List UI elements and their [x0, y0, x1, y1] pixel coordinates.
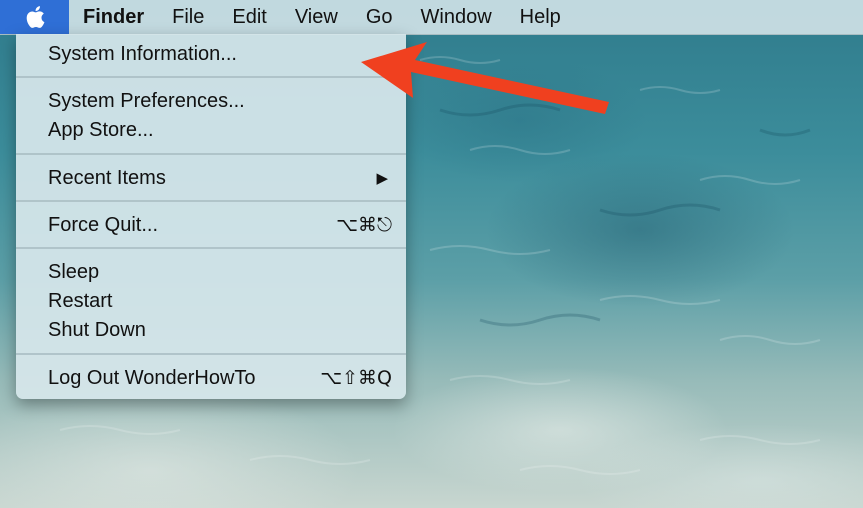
menu-separator	[16, 153, 406, 155]
menu-item-log-out[interactable]: Log Out WonderHowTo ⌥⇧⌘Q	[16, 364, 406, 393]
apple-dropdown-menu: System Information... System Preferences…	[16, 34, 406, 399]
submenu-arrow-icon: ▶	[376, 169, 388, 187]
menu-go[interactable]: Go	[352, 0, 407, 34]
menu-view[interactable]: View	[281, 0, 352, 34]
menu-separator	[16, 353, 406, 355]
menu-separator	[16, 247, 406, 249]
menu-finder[interactable]: Finder	[69, 0, 158, 34]
menu-item-label: Force Quit...	[48, 214, 159, 236]
menu-item-label: System Preferences...	[48, 90, 245, 112]
menu-item-label: Recent Items	[48, 167, 166, 189]
menu-item-label: System Information...	[48, 43, 237, 65]
menu-window[interactable]: Window	[407, 0, 506, 34]
keyboard-shortcut: ⌥⇧⌘Q	[320, 367, 392, 389]
menu-item-force-quit[interactable]: Force Quit... ⌥⌘⎋	[16, 211, 406, 240]
menu-file[interactable]: File	[158, 0, 218, 34]
menu-item-label: Log Out WonderHowTo	[48, 367, 256, 389]
menu-separator	[16, 200, 406, 202]
menu-separator	[16, 76, 406, 78]
menu-item-restart[interactable]: Restart	[16, 287, 406, 316]
menu-edit[interactable]: Edit	[218, 0, 280, 34]
menu-item-label: Sleep	[48, 261, 100, 283]
apple-menu-button[interactable]	[0, 0, 69, 34]
menu-item-recent-items[interactable]: Recent Items ▶	[16, 164, 406, 193]
menu-item-system-preferences[interactable]: System Preferences...	[16, 87, 406, 116]
menu-item-sleep[interactable]: Sleep	[16, 258, 406, 287]
apple-logo-icon	[26, 6, 44, 28]
menu-help[interactable]: Help	[506, 0, 575, 34]
menu-item-label: App Store...	[48, 119, 154, 141]
menu-item-system-information[interactable]: System Information...	[16, 40, 406, 69]
menu-item-label: Shut Down	[48, 319, 146, 341]
menu-bar: Finder File Edit View Go Window Help	[0, 0, 863, 35]
red-arrow-icon	[361, 42, 609, 114]
menu-item-label: Restart	[48, 290, 113, 312]
keyboard-shortcut: ⌥⌘⎋	[336, 214, 392, 236]
menu-item-app-store[interactable]: App Store...	[16, 116, 406, 145]
menu-item-shut-down[interactable]: Shut Down	[16, 316, 406, 345]
